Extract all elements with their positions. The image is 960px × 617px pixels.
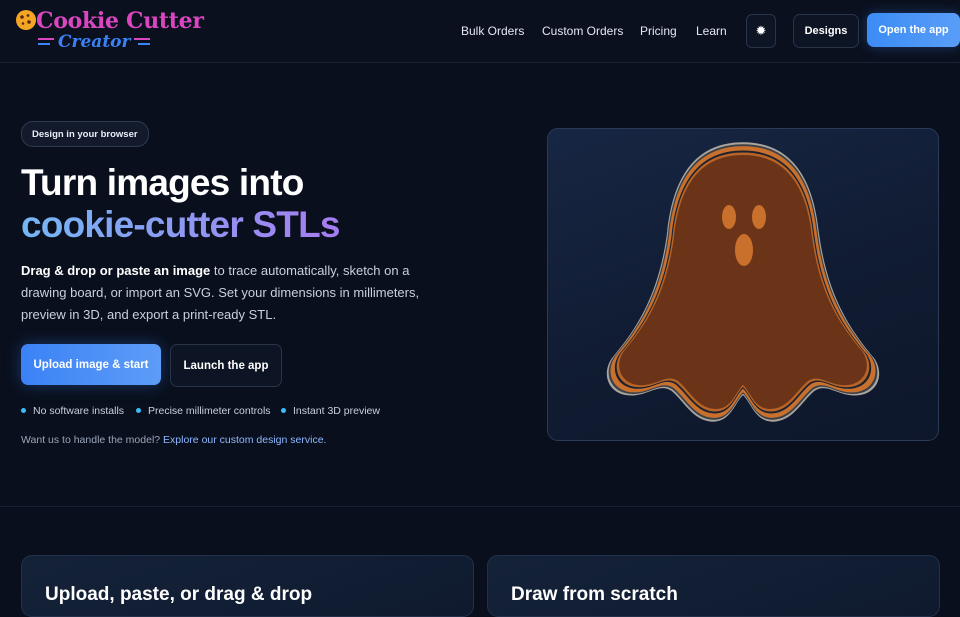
service-prefix: Want us to handle the model?: [21, 434, 164, 446]
draw-card-title: Draw from scratch: [511, 584, 678, 605]
draw-card[interactable]: Draw from scratch: [487, 555, 940, 617]
custom-service-link[interactable]: Explore our custom design service.: [163, 434, 326, 446]
brand-line1: Cookie Cutter: [36, 8, 204, 34]
hero-description-bold: Drag & drop or paste an image: [21, 263, 211, 278]
feature-item: No software installs: [21, 405, 124, 417]
upload-card-title: Upload, paste, or drag & drop: [45, 584, 313, 605]
ghost-mouth: [735, 234, 753, 266]
theme-toggle-button[interactable]: ✹: [746, 14, 776, 48]
upload-image-button[interactable]: Upload image & start: [21, 344, 161, 385]
cookie-preview-panel: [547, 128, 939, 441]
cookie-icon: [16, 10, 36, 30]
sun-icon: ✹: [755, 23, 767, 38]
ghost-cookie-cutter-image: [606, 142, 880, 422]
custom-service-note: Want us to handle the model? Explore our…: [21, 434, 326, 446]
launch-app-button[interactable]: Launch the app: [170, 344, 282, 387]
nav-custom-orders[interactable]: Custom Orders: [542, 24, 623, 38]
hero-title-line1: Turn images into: [21, 162, 304, 203]
hero-description: Drag & drop or paste an image to trace a…: [21, 260, 451, 326]
nav-learn[interactable]: Learn: [696, 24, 727, 38]
section-divider: [0, 506, 960, 507]
feature-item: Instant 3D preview: [281, 405, 380, 417]
feature-item: Precise millimeter controls: [136, 405, 271, 417]
bullet-dot-icon: [281, 407, 286, 413]
ghost-eye-left: [722, 205, 736, 229]
feature-label: Instant 3D preview: [293, 405, 380, 417]
ghost-eye-right: [752, 205, 766, 229]
open-app-button[interactable]: Open the app: [867, 13, 960, 47]
designs-button[interactable]: Designs: [793, 14, 859, 48]
feature-label: Precise millimeter controls: [148, 405, 271, 417]
logo-dash-right: [134, 38, 150, 40]
hero-title-line2: cookie-cutter STLs: [21, 204, 340, 245]
brand-line2: Creator: [58, 32, 131, 52]
hero-badge: Design in your browser: [21, 121, 149, 147]
hero-title: Turn images into cookie-cutter STLs: [21, 162, 340, 246]
site-header: Cookie Cutter Creator Bulk Orders Custom…: [0, 0, 960, 63]
upload-card[interactable]: Upload, paste, or drag & drop: [21, 555, 474, 617]
logo-dash-right2: [138, 43, 150, 45]
feature-label: No software installs: [33, 405, 125, 417]
brand-logo[interactable]: Cookie Cutter Creator: [14, 6, 204, 56]
nav-pricing[interactable]: Pricing: [640, 24, 677, 38]
bullet-dot-icon: [136, 407, 141, 413]
nav-bulk-orders[interactable]: Bulk Orders: [461, 24, 524, 38]
logo-dash-left: [38, 38, 54, 40]
logo-dash-left2: [38, 43, 50, 45]
bullet-dot-icon: [21, 407, 26, 413]
